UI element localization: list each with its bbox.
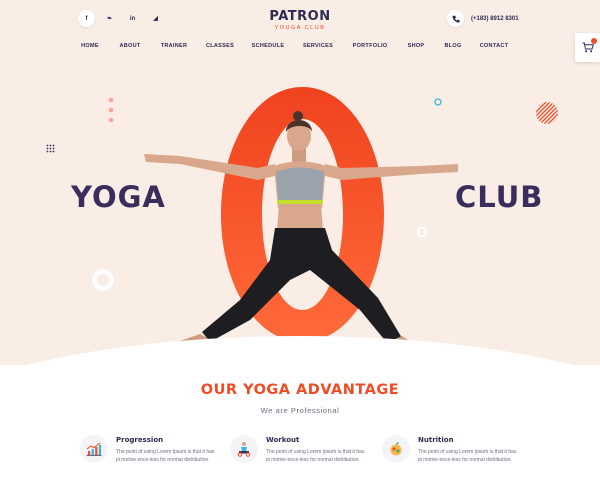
chart-icon [80,435,108,463]
advantage-subtitle: We are Professional [260,406,340,415]
feature-text: The point of using Lorem Ipsum is that i… [266,449,365,463]
nav-item-classes[interactable]: CLASSES [206,43,234,49]
nav-item-schedule[interactable]: SCHEDULE [252,43,285,49]
nav-item-home[interactable]: HOME [81,43,99,49]
hero-section: YOGA CLUB [0,0,600,365]
hero-curve-divider [0,336,600,365]
feature-nutrition: Nutrition The point of using Lorem Ipsum… [382,433,532,483]
cart-badge [591,38,597,44]
nav-item-trainer[interactable]: TRAINER [161,43,188,49]
feature-workout: Workout The point of using Lorem Ipsum i… [230,433,380,483]
feature-text: The point of using Lorem Ipsum is that i… [116,449,215,463]
ring-decoration-small [434,98,442,106]
feature-title: Nutrition [418,436,454,444]
nav-item-blog[interactable]: BLOG [444,43,461,49]
dots-grid-decoration [46,144,55,153]
nav-item-about[interactable]: ABOUT [119,43,140,49]
ring-decoration-left [92,269,114,291]
feature-progression: Progression The point of using Lorem Ips… [80,433,230,483]
nav-item-portfolio[interactable]: PORTFOLIO [353,43,388,49]
hero-word-club: CLUB [455,180,544,214]
nutrition-icon [382,435,410,463]
feature-title: Workout [266,436,300,444]
nav-item-shop[interactable]: SHOP [408,43,425,49]
nav-item-contact[interactable]: CONTACT [480,43,509,49]
workout-icon [230,435,258,463]
phone-icon [447,10,464,27]
phone-number: (+183) 8912 8301 [471,15,519,22]
striped-circle-decoration [536,102,558,124]
nav-item-services[interactable]: SERVICES [303,43,333,49]
dots-vertical-decoration [108,97,114,123]
feature-title: Progression [116,436,164,444]
phone-contact[interactable]: (+183) 8912 8301 [447,10,519,27]
yoga-woman-figure [144,111,458,356]
advantage-title: OUR YOGA ADVANTAGE [200,382,400,398]
cart-button[interactable] [575,33,600,62]
feature-text: The point of using Lorem Ipsum is that i… [418,449,517,463]
